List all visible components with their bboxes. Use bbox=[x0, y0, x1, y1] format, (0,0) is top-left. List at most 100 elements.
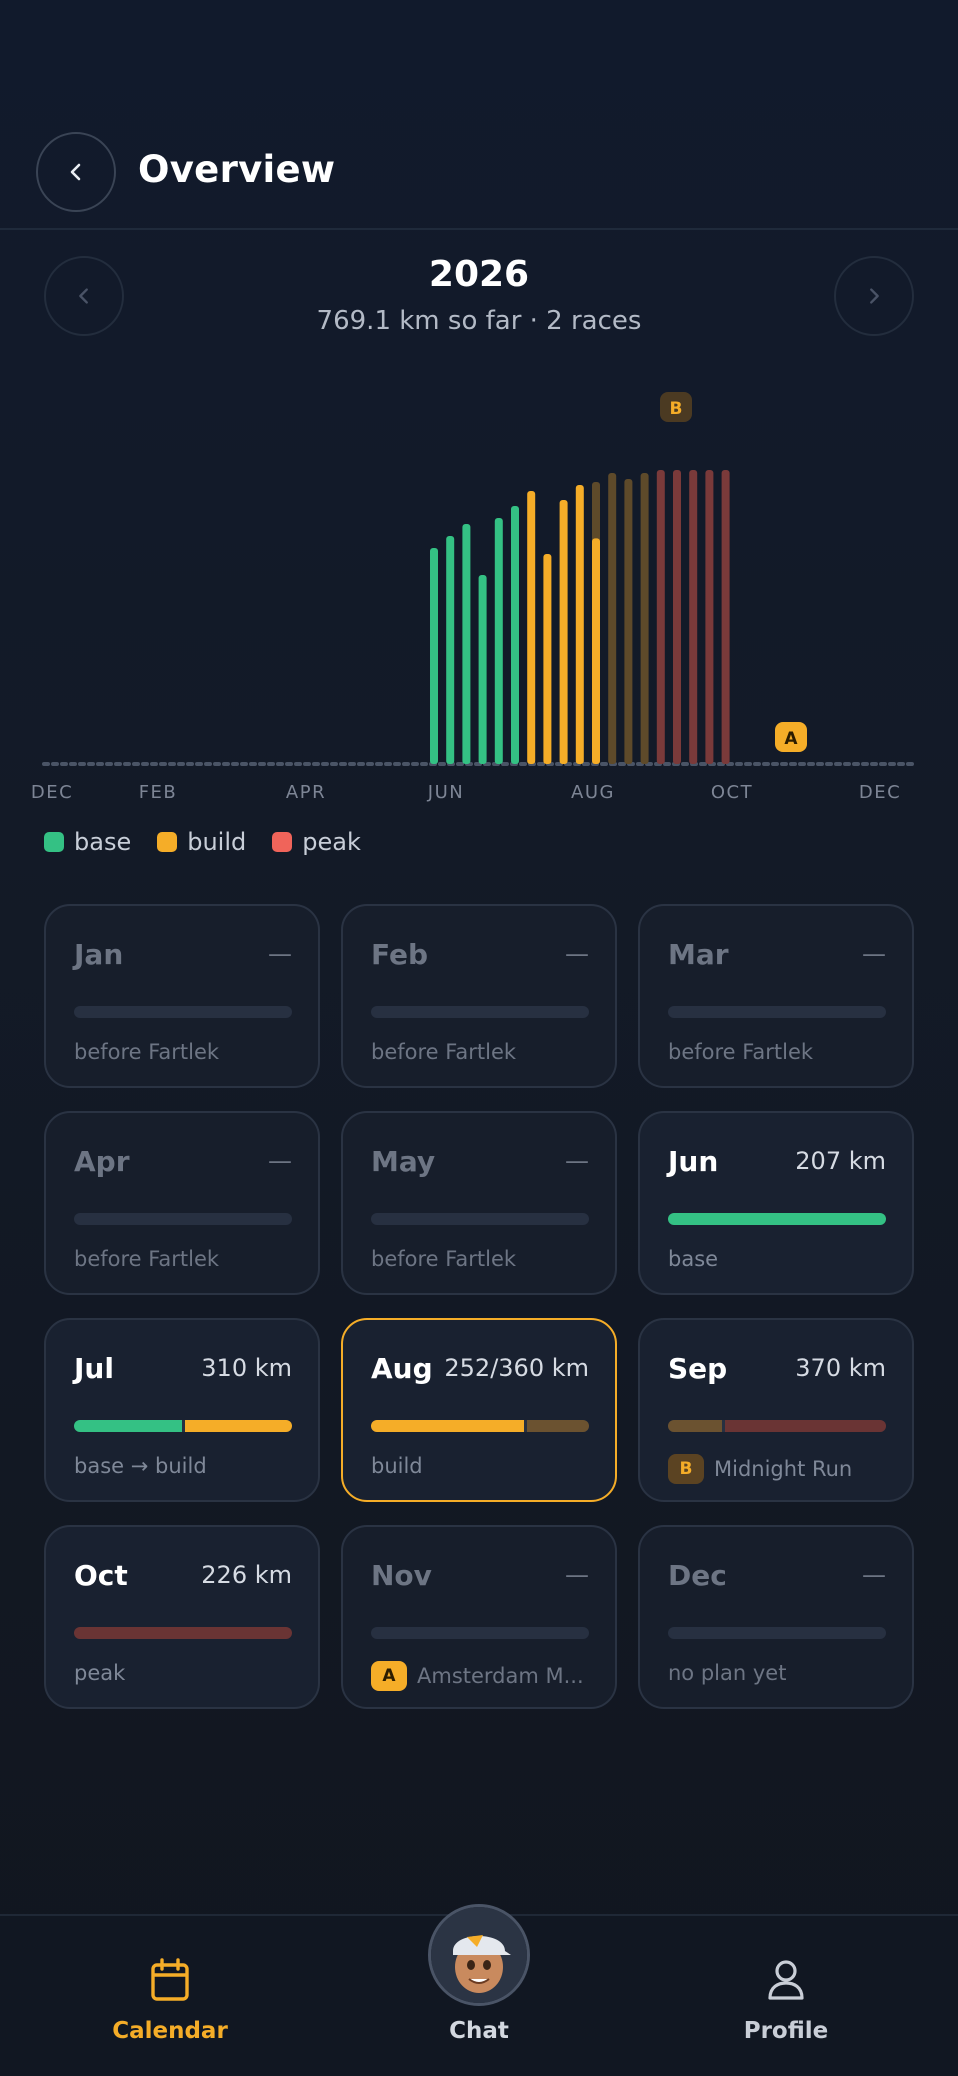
chart-bar-base bbox=[494, 518, 503, 764]
month-card-oct[interactable]: Oct 226 km peak bbox=[44, 1525, 320, 1709]
race-badge: B bbox=[668, 1454, 704, 1484]
month-progress-bar bbox=[668, 1006, 886, 1018]
month-name: May bbox=[371, 1145, 436, 1178]
runner-avatar-icon bbox=[431, 1907, 527, 2003]
chart-bar-peak bbox=[673, 470, 681, 764]
chart-bar-build bbox=[559, 500, 568, 764]
month-distance: 370 km bbox=[795, 1354, 886, 1382]
month-subtitle: before Fartlek bbox=[371, 1040, 516, 1064]
month-distance: 207 km bbox=[795, 1147, 886, 1175]
year-summary: 769.1 km so far · 2 races bbox=[316, 306, 642, 336]
legend-swatch-build bbox=[157, 832, 178, 852]
header-bar: Overview bbox=[0, 112, 958, 230]
month-subtitle-text: peak bbox=[74, 1661, 126, 1685]
chart-legend: base build peak bbox=[44, 828, 361, 856]
progress-segment bbox=[184, 1420, 292, 1432]
month-card-apr[interactable]: Apr — before Fartlek bbox=[44, 1111, 320, 1295]
month-card-jun[interactable]: Jun 207 km base bbox=[638, 1111, 914, 1295]
nav-calendar-label: Calendar bbox=[112, 2018, 228, 2044]
month-distance: — bbox=[565, 1561, 589, 1589]
x-tick-label: DEC bbox=[859, 782, 901, 803]
progress-segment bbox=[526, 1420, 589, 1432]
coach-avatar[interactable] bbox=[428, 1904, 530, 2006]
month-subtitle-text: before Fartlek bbox=[371, 1247, 517, 1271]
month-distance: — bbox=[268, 1147, 292, 1175]
progress-segment bbox=[724, 1420, 886, 1432]
month-distance: — bbox=[268, 940, 292, 968]
month-subtitle: before Fartlek bbox=[371, 1247, 516, 1271]
nav-chat-label: Chat bbox=[449, 2018, 509, 2044]
chart-bar-planned bbox=[640, 473, 649, 764]
month-name: Apr bbox=[74, 1145, 130, 1178]
chart-bar-base bbox=[430, 548, 438, 764]
next-year-button[interactable] bbox=[834, 256, 914, 336]
month-card-sep[interactable]: Sep 370 km B Midnight Run bbox=[638, 1318, 914, 1502]
month-name: Aug bbox=[371, 1352, 433, 1385]
chart-bar-base bbox=[446, 536, 455, 764]
chevron-right-icon bbox=[870, 288, 879, 304]
x-tick-label: AUG bbox=[571, 782, 615, 803]
month-subtitle: B Midnight Run bbox=[668, 1454, 852, 1484]
month-progress-bar bbox=[371, 1006, 589, 1018]
month-distance: — bbox=[565, 1147, 589, 1175]
month-subtitle-text: build bbox=[371, 1454, 423, 1478]
legend-swatch-base bbox=[44, 832, 64, 852]
chart-bar-build bbox=[527, 491, 536, 764]
month-card-jan[interactable]: Jan — before Fartlek bbox=[44, 904, 320, 1088]
month-card-mar[interactable]: Mar — before Fartlek bbox=[638, 904, 914, 1088]
month-card-jul[interactable]: Jul 310 km base → build bbox=[44, 1318, 320, 1502]
month-subtitle: A Amsterdam M... bbox=[371, 1661, 584, 1691]
chart-bar-planned bbox=[624, 479, 633, 764]
month-subtitle: before Fartlek bbox=[74, 1247, 219, 1271]
month-card-feb[interactable]: Feb — before Fartlek bbox=[341, 904, 617, 1088]
x-tick-label: APR bbox=[286, 782, 326, 803]
month-name: Jan bbox=[74, 938, 124, 971]
legend-peak: peak bbox=[272, 828, 361, 856]
month-name: Sep bbox=[668, 1352, 728, 1385]
progress-segment bbox=[668, 1420, 722, 1432]
weekly-volume-chart: B A DEC FEB APR JUN AUG OCT DEC bbox=[0, 380, 958, 810]
back-button[interactable] bbox=[36, 132, 116, 212]
legend-label-base: base bbox=[74, 828, 132, 856]
month-subtitle: base bbox=[668, 1247, 718, 1271]
chart-bar-planned bbox=[608, 473, 617, 764]
month-distance: — bbox=[862, 1561, 886, 1589]
chart-canvas: B A DEC FEB APR JUN AUG OCT DEC bbox=[31, 392, 914, 803]
month-subtitle: base → build bbox=[74, 1454, 207, 1478]
month-subtitle: before Fartlek bbox=[668, 1040, 813, 1064]
x-tick-label: OCT bbox=[711, 782, 753, 803]
month-card-dec[interactable]: Dec — no plan yet bbox=[638, 1525, 914, 1709]
page-title: Overview bbox=[138, 148, 336, 191]
legend-base: base bbox=[44, 828, 131, 856]
month-card-nov[interactable]: Nov — A Amsterdam M... bbox=[341, 1525, 617, 1709]
chart-bar-build bbox=[543, 554, 552, 764]
month-progress-bar bbox=[668, 1627, 886, 1639]
month-name: Feb bbox=[371, 938, 429, 971]
month-name: Nov bbox=[371, 1559, 432, 1592]
month-progress-bar bbox=[74, 1213, 292, 1225]
month-subtitle-text: Amsterdam M... bbox=[417, 1664, 584, 1688]
progress-segment bbox=[74, 1627, 292, 1639]
month-name: Oct bbox=[74, 1559, 128, 1592]
x-tick-label: FEB bbox=[139, 782, 178, 803]
month-card-may[interactable]: May — before Fartlek bbox=[341, 1111, 617, 1295]
month-progress-bar bbox=[74, 1420, 292, 1432]
month-subtitle: before Fartlek bbox=[74, 1040, 219, 1064]
profile-icon bbox=[768, 1960, 804, 2000]
month-subtitle: peak bbox=[74, 1661, 125, 1685]
legend-swatch-peak bbox=[272, 832, 293, 852]
x-tick-label: DEC bbox=[31, 782, 73, 803]
race-marker-label: B bbox=[670, 399, 683, 419]
month-progress-bar bbox=[74, 1006, 292, 1018]
nav-profile-label: Profile bbox=[743, 2018, 829, 2044]
chart-bar-actual bbox=[592, 538, 600, 764]
chart-bar-build bbox=[575, 485, 584, 764]
month-card-aug[interactable]: Aug 252/360 km build bbox=[341, 1318, 617, 1502]
chart-bar-base bbox=[462, 524, 471, 764]
month-progress-bar bbox=[371, 1627, 589, 1639]
chart-bar-base bbox=[511, 506, 519, 764]
month-name: Dec bbox=[668, 1559, 727, 1592]
month-subtitle: no plan yet bbox=[668, 1661, 786, 1685]
month-name: Jul bbox=[74, 1352, 114, 1385]
month-name: Mar bbox=[668, 938, 729, 971]
